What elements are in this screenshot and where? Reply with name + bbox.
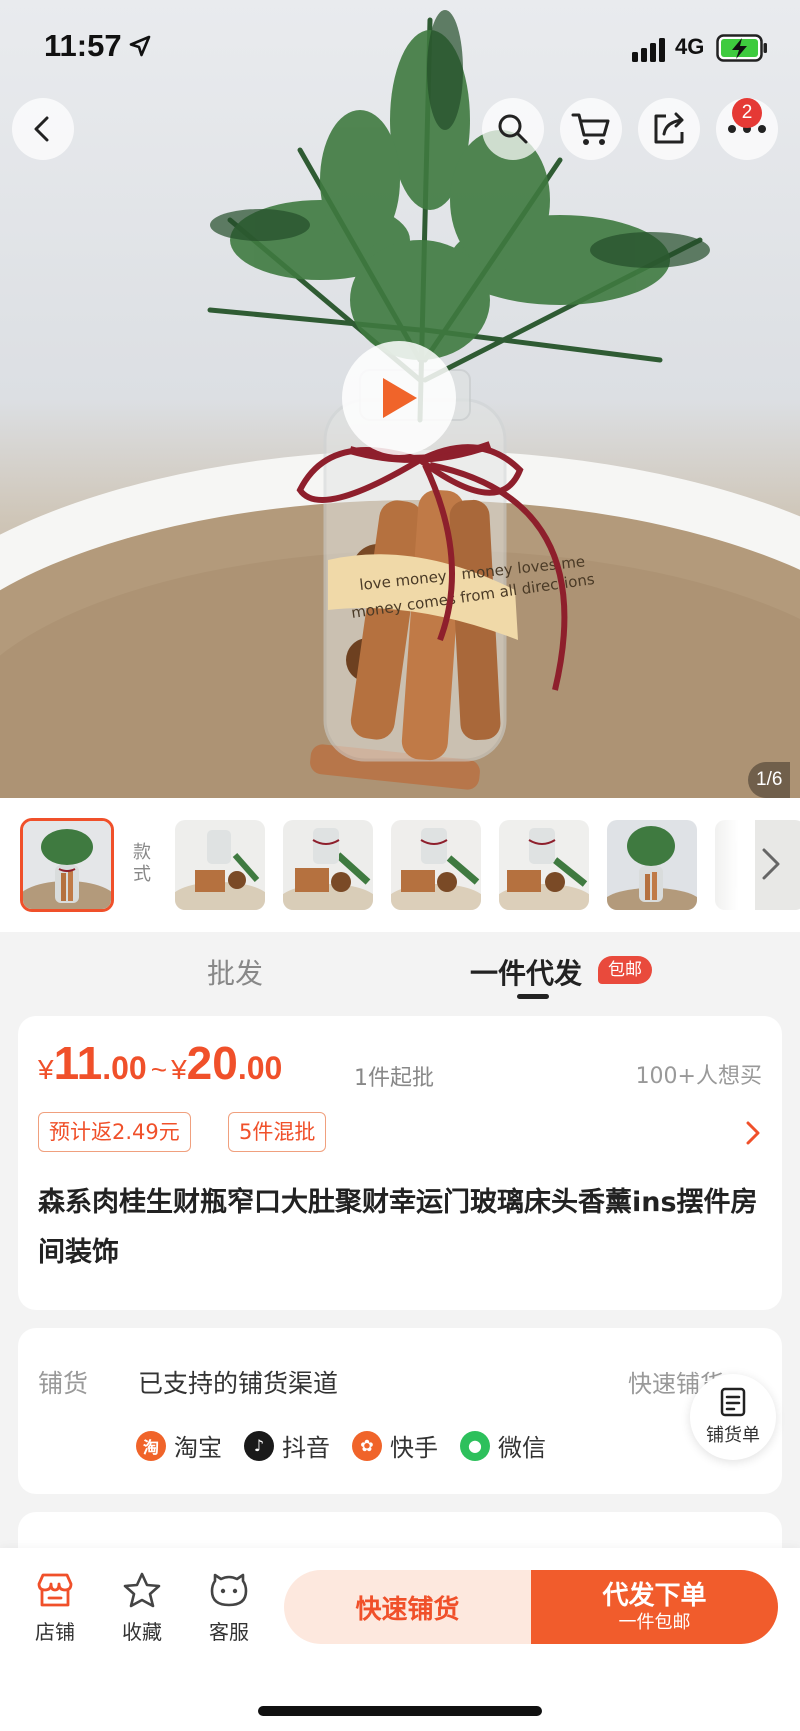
channel-list: 淘 淘宝 ♪ 抖音 ✿ 快手 ● 微信 <box>136 1428 568 1463</box>
chevron-left-icon <box>34 116 49 142</box>
thumbnail-fade <box>700 798 755 932</box>
search-button[interactable] <box>482 98 544 160</box>
search-icon <box>498 114 528 144</box>
sku-thumbnail-strip[interactable]: 款式 <box>0 798 800 932</box>
channel-name: 抖音 <box>282 1434 330 1462</box>
minimum-order: 1件起批 <box>354 1066 434 1091</box>
channel-name: 微信 <box>498 1434 546 1462</box>
thumbnail-2[interactable] <box>175 820 265 910</box>
channel-wechat: ● 微信 <box>460 1428 546 1463</box>
distribution-list-button[interactable]: 铺货单 <box>690 1374 776 1460</box>
cellular-signal-icon <box>632 38 665 62</box>
share-button[interactable] <box>638 98 700 160</box>
distribution-card: 铺货 已支持的铺货渠道 快速铺货 淘 淘宝 ♪ 抖音 ✿ 快手 ● 微信 <box>18 1328 782 1494</box>
thumbnail-image <box>175 820 265 910</box>
price-high-int: 20 <box>186 1037 238 1089</box>
cart-button[interactable] <box>560 98 622 160</box>
thumbnail-5[interactable] <box>499 820 589 910</box>
thumbnail-image <box>607 820 697 910</box>
favorite-label: 收藏 <box>122 1620 162 1644</box>
status-bar: 11:57 4G <box>0 0 800 96</box>
customer-service-button[interactable]: 客服 <box>194 1568 264 1645</box>
kuaishou-icon: ✿ <box>352 1430 382 1461</box>
list-document-icon <box>720 1387 746 1417</box>
store-button[interactable]: 店铺 <box>20 1568 90 1645</box>
purchase-mode-tabs: 批发 一件代发 包邮 <box>0 932 800 1016</box>
distribution-channels-text: 已支持的铺货渠道 <box>138 1369 339 1398</box>
quick-distribute-button[interactable]: 快速铺货 <box>284 1570 531 1644</box>
play-video-button[interactable] <box>342 341 456 455</box>
quick-distribute-button-label: 快速铺货 <box>355 1594 460 1625</box>
tab-dropship[interactable]: 一件代发 <box>470 952 582 992</box>
star-icon <box>123 1572 161 1608</box>
favorite-button[interactable]: 收藏 <box>107 1568 177 1645</box>
message-badge: 2 <box>732 98 762 128</box>
channel-name: 淘宝 <box>174 1434 222 1462</box>
cart-icon <box>571 113 610 145</box>
thumbnail-4[interactable] <box>391 820 481 910</box>
price-low-int: 11 <box>53 1037 103 1089</box>
image-page-counter: 1/6 <box>748 762 791 798</box>
price-range: ¥11.00 ~ ¥20.00 <box>38 1036 282 1090</box>
channel-douyin: ♪ 抖音 <box>244 1428 330 1463</box>
style-label: 款式 <box>133 842 151 885</box>
douyin-icon: ♪ <box>244 1430 274 1461</box>
store-icon <box>37 1573 73 1607</box>
home-indicator[interactable] <box>258 1706 542 1716</box>
status-time: 11:57 <box>44 28 122 63</box>
mixed-batch-tag[interactable]: 5件混批 <box>228 1112 327 1152</box>
channel-name: 快手 <box>390 1434 438 1462</box>
distribution-label: 铺货 <box>38 1369 89 1398</box>
back-button[interactable] <box>12 98 74 160</box>
dropship-order-button[interactable]: 代发下单 一件包邮 <box>531 1570 778 1644</box>
want-count: 100+人想买 <box>635 1064 762 1089</box>
thumbnail-3[interactable] <box>283 820 373 910</box>
price-card: ¥11.00 ~ ¥20.00 1件起批 100+人想买 预计返2.49元 5件混批… <box>18 1016 782 1310</box>
chevron-right-icon[interactable] <box>758 846 784 882</box>
order-button-label: 代发下单 <box>602 1581 707 1611</box>
order-button-sublabel: 一件包邮 <box>618 1612 691 1633</box>
price-high-dec: .00 <box>237 1050 283 1086</box>
location-arrow-icon <box>129 35 151 57</box>
thumbnail-image <box>283 820 373 910</box>
price-tilde: ~ <box>150 1054 168 1085</box>
thumbnail-image <box>391 820 481 910</box>
channel-kuaishou: ✿ 快手 <box>352 1428 438 1463</box>
price-low-dec: .00 <box>102 1050 147 1086</box>
play-icon <box>383 378 417 418</box>
wechat-icon: ● <box>460 1430 490 1461</box>
active-tab-indicator <box>517 994 549 999</box>
product-title: 森系肉桂生财瓶窄口大肚聚财幸运门玻璃床头香薰ins摆件房间装饰 <box>38 1187 758 1268</box>
channel-taobao: 淘 淘宝 <box>136 1428 222 1463</box>
thumbnail-selected[interactable] <box>20 818 114 912</box>
network-type: 4G <box>675 34 705 59</box>
chevron-right-icon[interactable] <box>744 1120 762 1146</box>
distribution-list-label: 铺货单 <box>706 1425 760 1446</box>
currency-symbol: ¥ <box>171 1054 187 1085</box>
store-label: 店铺 <box>35 1620 75 1644</box>
free-shipping-badge: 包邮 <box>598 956 652 984</box>
rebate-tag[interactable]: 预计返2.49元 <box>38 1112 191 1152</box>
battery-charging-icon <box>716 34 767 62</box>
thumbnail-image <box>499 820 589 910</box>
share-icon <box>654 112 684 144</box>
bottom-action-bar: 店铺 收藏 客服 快速铺货 代发下单 一件包邮 <box>0 1548 800 1731</box>
service-face-icon <box>210 1573 248 1607</box>
currency-symbol: ¥ <box>38 1054 54 1085</box>
thumbnail-6[interactable] <box>607 820 697 910</box>
service-label: 客服 <box>209 1620 249 1644</box>
tab-wholesale[interactable]: 批发 <box>207 952 263 992</box>
product-media-carousel[interactable]: love money，money loves me money comes fr… <box>0 0 800 798</box>
thumbnail-image <box>23 821 111 909</box>
taobao-icon: 淘 <box>136 1430 166 1461</box>
